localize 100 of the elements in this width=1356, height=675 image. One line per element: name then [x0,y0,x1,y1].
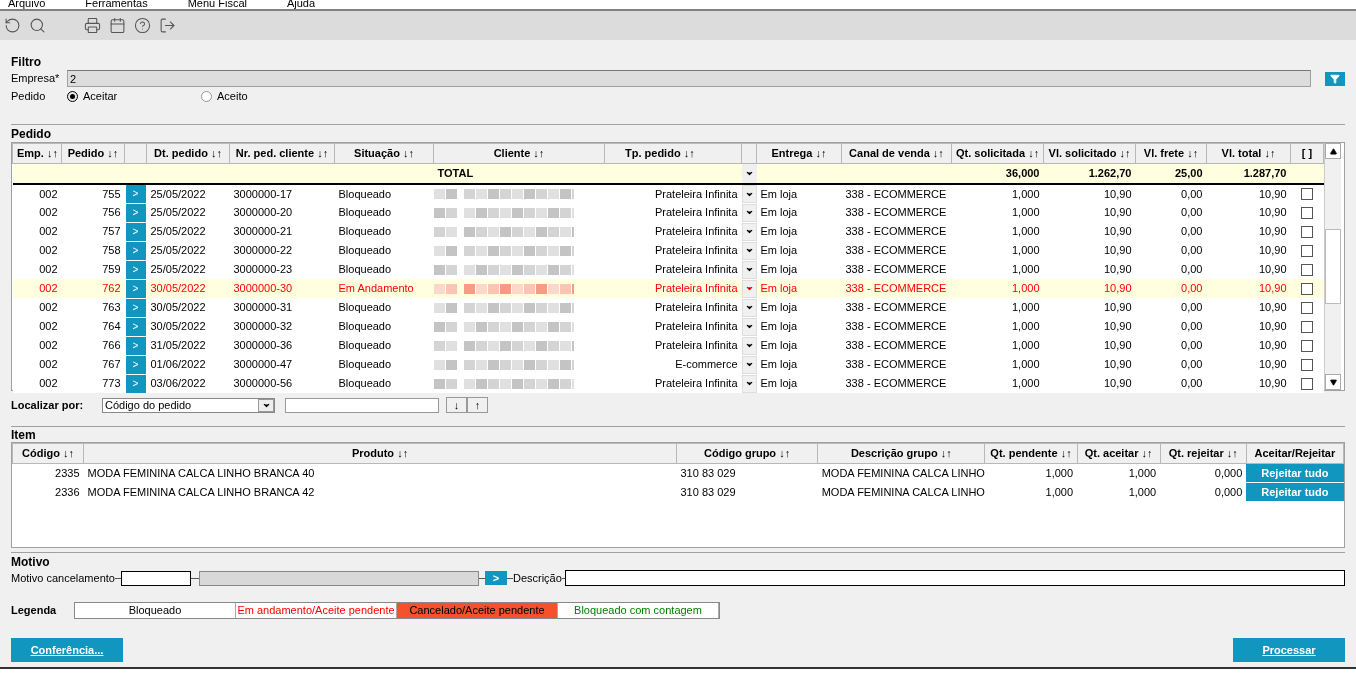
table-cell: 310 83 029 [676,463,818,484]
checkbox[interactable] [1301,263,1313,276]
field-label: Pedido [11,88,47,104]
column-header[interactable]: Emp. ↓↑ [12,143,62,164]
sort-button[interactable]: ↑ [467,397,488,414]
table-cell-text: 310 83 029 [679,485,737,501]
table-cell: 3000000-30 [229,279,335,299]
column-header[interactable]: Qt. pendente ↓↑ [984,443,1078,464]
table-cell: Prateleira Infinita [604,374,742,394]
column-header[interactable]: Nr. ped. cliente ↓↑ [229,143,335,164]
reason-name-field[interactable] [198,570,479,586]
checkbox[interactable] [1301,377,1313,390]
scroll-up-button[interactable] [1325,143,1341,160]
table-cell: 25/05/2022 [146,260,230,280]
menu-item[interactable]: Menu Fiscal [187,0,247,9]
table-cell: Prateleira Infinita [604,260,742,280]
radio-button[interactable] [201,90,212,102]
checkbox[interactable] [1301,282,1313,295]
checkbox[interactable] [1301,244,1313,257]
table-cell: 30/05/2022 [146,279,230,299]
table-cell: 2335 [12,463,84,484]
menu-item[interactable]: Ajuda [286,0,316,9]
help-icon[interactable] [134,17,151,35]
order-row[interactable]: 002 773 > 03/06/2022 3000000-56 Bloqueado Prateleira Infinita Em loja 338 - ECOMMERCE 1,000 10,90 0,00 10,90 [12,374,1324,394]
column-header[interactable]: Canal de venda ↓↑ [841,143,952,164]
table-cell-text: MODA FEMININA CALCA LINHO [820,485,985,501]
reason-code-field[interactable] [120,570,191,586]
table-cell: 03/06/2022 [146,374,230,394]
column-header[interactable]: Pedido ↓↑ [61,143,125,164]
search-type-dropdown[interactable]: Código do pedido [102,397,275,413]
column-header[interactable]: Qt. rejeitar ↓↑ [1160,443,1247,464]
table-cell: Em loja [756,260,842,280]
legend-item: Cancelado/Aceite pendente [397,603,558,619]
table-cell: Prateleira Infinita [604,298,742,318]
column-header[interactable]: Código grupo ↓↑ [676,443,818,464]
radio-label[interactable]: Aceitar [83,87,118,105]
checkbox[interactable] [1301,188,1313,201]
checkbox[interactable] [1301,339,1313,352]
menu-item[interactable]: Ferramentas [85,0,148,9]
up-arrow-icon [1329,147,1337,155]
checkbox[interactable] [1301,225,1313,238]
radio-label[interactable]: Aceito [217,87,248,105]
menu-item[interactable]: Arquivo [8,0,46,9]
description-field[interactable] [564,570,1345,587]
column-header[interactable]: Aceitar/Rejeitar [1246,443,1344,464]
scroll-thumb[interactable] [1325,229,1341,305]
table-cell-text: 1,000 [1127,485,1158,501]
refresh-icon[interactable] [4,17,21,35]
column-header[interactable]: Entrega ↓↑ [756,143,842,164]
column-header[interactable]: [ ] [1290,143,1324,164]
legend-item: Em andamento/Aceite pendente [236,603,397,619]
field-label: Localizar por: [11,397,85,413]
filter-icon [1330,73,1340,84]
radio-button[interactable] [67,90,78,102]
legend-label: Legenda [11,603,58,619]
legend-item: Bloqueado [75,603,236,619]
column-header[interactable]: Situação ↓↑ [334,143,434,164]
table-cell: 10,90 [1043,279,1136,299]
search-icon[interactable] [29,17,46,35]
company-field[interactable]: 2 [67,70,1311,88]
order-row[interactable]: 002 762 > 30/05/2022 3000000-30 Em Andamento Prateleira Infinita Em loja 338 - ECOMMERCE 1,000 10,90 0,00 10,90 [12,279,1324,299]
table-cell: Em Andamento [334,279,434,299]
checkbox[interactable] [1301,320,1313,333]
column-header[interactable]: Dt. pedido ↓↑ [146,143,230,164]
scroll-down-button[interactable] [1325,374,1341,391]
checkbox[interactable] [1301,206,1313,219]
table-cell: Em loja [756,298,842,318]
sort-button[interactable]: ↓ [446,397,467,414]
exit-icon[interactable] [159,17,176,35]
table-cell: MODA FEMININA CALCA LINHO [817,463,985,484]
column-header[interactable]: Cliente ↓↑ [433,143,605,164]
column-header[interactable]: Qt. solicitada ↓↑ [951,143,1044,164]
filter-button[interactable] [1325,71,1345,86]
section-title: Pedido [11,127,52,142]
checkbox[interactable] [1301,358,1313,371]
table-cell: 0,000 [1160,463,1247,484]
scrollbar[interactable] [1324,143,1341,391]
table-cell: 338 - ECOMMERCE [841,279,952,299]
order-row[interactable]: 002 759 > 25/05/2022 3000000-23 Bloqueado Prateleira Infinita Em loja 338 - ECOMMERCE 1,000 10,90 0,00 10,90 [12,260,1324,280]
column-header[interactable]: Produto ↓↑ [83,443,677,464]
table-cell: Em loja [756,279,842,299]
printer-icon[interactable] [84,17,101,35]
column-header[interactable]: Vl. total ↓↑ [1206,143,1291,164]
column-header[interactable]: Descrição grupo ↓↑ [817,443,985,464]
table-cell: 762 [61,279,125,299]
column-header[interactable]: Qt. aceitar ↓↑ [1077,443,1161,464]
field-label: Descrição [512,570,562,586]
calendar-icon[interactable] [109,17,126,35]
column-header[interactable]: Tp. pedido ↓↑ [604,143,742,164]
table-cell: 1,000 [984,483,1078,503]
table-cell: 30/05/2022 [146,298,230,318]
column-header[interactable]: Vl. frete ↓↑ [1135,143,1207,164]
section-title: Filtro [11,55,42,70]
search-field[interactable] [285,397,439,413]
order-row[interactable]: 002 763 > 30/05/2022 3000000-31 Bloqueado Prateleira Infinita Em loja 338 - ECOMMERCE 1,000 10,90 0,00 10,90 [12,298,1324,318]
section-title: Item [11,428,37,443]
column-header[interactable]: Vl. solicitado ↓↑ [1043,143,1136,164]
table-cell-text: MODA FEMININA CALCA LINHO BRANCA 42 [86,485,316,501]
checkbox[interactable] [1301,301,1313,314]
column-header[interactable]: Código ↓↑ [12,443,84,464]
